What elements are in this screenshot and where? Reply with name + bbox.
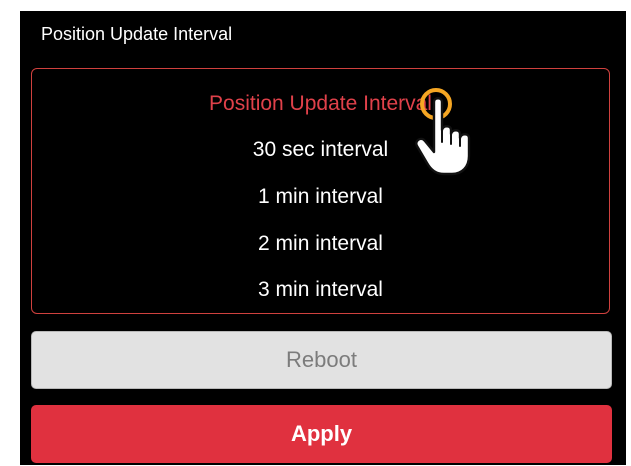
picker-option-3-min[interactable]: 3 min interval [32, 277, 609, 303]
picker-option-2-min[interactable]: 2 min interval [32, 231, 609, 257]
reboot-button[interactable]: Reboot [31, 331, 612, 389]
picker-option-placeholder[interactable]: Position Update Interval [32, 91, 609, 117]
section-title: Position Update Interval [41, 24, 233, 44]
hand-pointer-icon [415, 88, 471, 176]
screen: Position Update Interval Position Update… [0, 0, 631, 466]
apply-button[interactable]: Apply [31, 405, 612, 463]
picker-option-1-min[interactable]: 1 min interval [32, 184, 609, 210]
picker-option-30-sec[interactable]: 30 sec interval [32, 137, 609, 163]
interval-picker[interactable]: Position Update Interval 30 sec interval… [31, 68, 610, 314]
settings-panel: Position Update Interval Position Update… [20, 11, 626, 465]
